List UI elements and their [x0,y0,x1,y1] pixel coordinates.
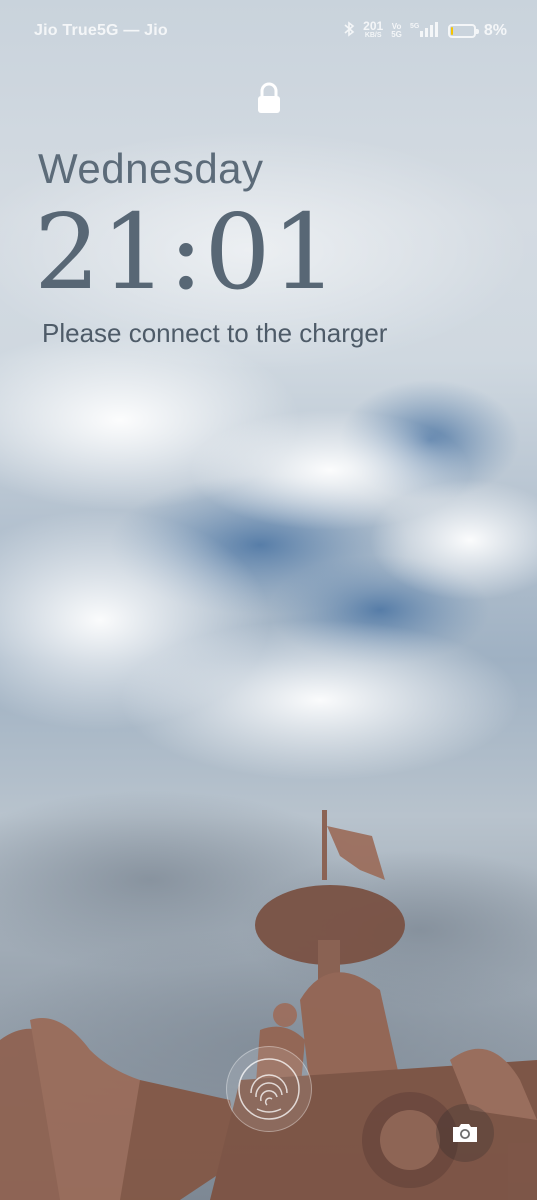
network-speed-unit: KB/S [364,32,382,39]
camera-icon [453,1124,477,1142]
fingerprint-icon [238,1058,300,1120]
lock-icon [256,82,282,114]
network-type-label: 5G [410,23,420,30]
camera-shortcut-button[interactable] [436,1104,494,1162]
bluetooth-icon [343,20,355,42]
battery-percent: 8% [483,22,507,39]
charger-message: Please connect to the charger [42,318,388,348]
status-bar: Jio True5G — Jio 201 KB/S Vo 5G 5G 8% [0,0,537,62]
network-speed: 201 KB/S [363,19,384,41]
network-speed-value: 201 [363,19,384,33]
carrier-name: Jio True5G — Jio [34,22,168,39]
signal-icon: 5G [410,21,440,42]
battery-icon [447,24,479,38]
battery-level-fill [450,27,453,35]
volte-indicator: Vo 5G [391,22,402,39]
status-icons: 201 KB/S Vo 5G 5G 8% [343,18,507,44]
day-of-week: Wednesday [38,145,264,192]
clock-time: 21:01 [34,191,339,313]
fingerprint-sensor[interactable] [226,1046,312,1132]
